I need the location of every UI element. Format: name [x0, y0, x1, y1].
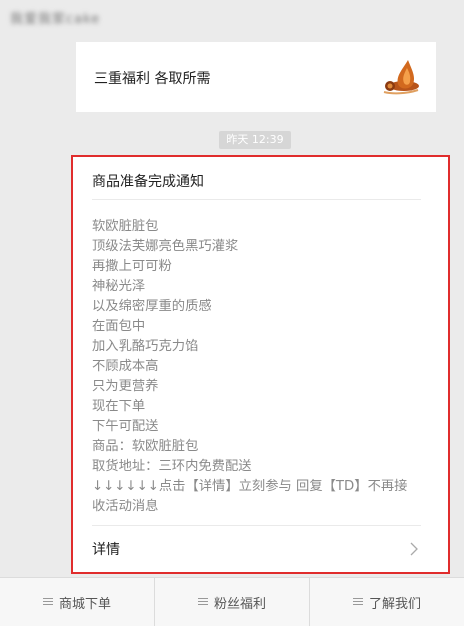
menu-lines-icon [197, 598, 208, 606]
menu-lines-icon [352, 598, 363, 606]
message-line: 收活动消息 [92, 499, 159, 514]
brand-logo-icon [383, 60, 419, 95]
message-line: 以及绵密厚重的质感 [92, 299, 212, 314]
menu-item-label: 了解我们 [368, 596, 421, 612]
promo-text: 三重福利 各取所需 [94, 71, 211, 87]
chat-timestamp: 昨天 12:39 [219, 131, 291, 149]
details-link[interactable]: 详情 [73, 526, 448, 572]
message-line: 软欧脏脏包 [92, 219, 159, 234]
message-line: 顶级法芙娜亮色黑巧灌浆 [92, 239, 239, 254]
promo-card[interactable]: 三重福利 各取所需 [76, 42, 436, 112]
message-line: 商品：软欧脏脏包 [92, 439, 199, 454]
menu-item-label: 粉丝福利 [213, 596, 266, 612]
message-body: 软欧脏脏包 顶级法芙娜亮色黑巧灌浆 再撒上可可粉 神秘光泽 以及绵密厚重的质感 … [92, 217, 432, 517]
notification-card[interactable]: 商品准备完成通知 软欧脏脏包 顶级法芙娜亮色黑巧灌浆 再撒上可可粉 神秘光泽 以… [73, 157, 448, 572]
notification-title: 商品准备完成通知 [92, 174, 204, 190]
menu-item-shop-order[interactable]: 商城下单 [0, 578, 154, 626]
details-label: 详情 [92, 542, 120, 558]
divider [92, 199, 421, 200]
bottom-menu: 商城下单 粉丝福利 了解我们 [0, 577, 464, 626]
message-line: 取货地址：三环内免费配送 [92, 459, 252, 474]
message-line: 在面包中 [92, 319, 146, 334]
message-line: 加入乳酪巧克力馅 [92, 339, 199, 354]
blurred-account-name: 我爱我家cake [10, 12, 101, 27]
message-line: 下午可配送 [92, 419, 159, 434]
message-line: 再撒上可可粉 [92, 259, 172, 274]
menu-item-about-us[interactable]: 了解我们 [309, 578, 464, 626]
message-line: 现在下单 [92, 399, 146, 414]
menu-item-fan-benefits[interactable]: 粉丝福利 [154, 578, 309, 626]
message-line: ↓↓↓↓↓↓点击【详情】立刻参与 回复【TD】不再接 [92, 479, 408, 494]
top-bar: 我爱我家cake [0, 0, 464, 34]
message-line: 只为更营养 [92, 379, 159, 394]
menu-item-label: 商城下单 [58, 596, 111, 612]
message-line: 神秘光泽 [92, 279, 146, 294]
message-line: 不顾成本高 [92, 359, 159, 374]
chevron-right-icon [410, 542, 418, 556]
menu-lines-icon [42, 598, 53, 606]
